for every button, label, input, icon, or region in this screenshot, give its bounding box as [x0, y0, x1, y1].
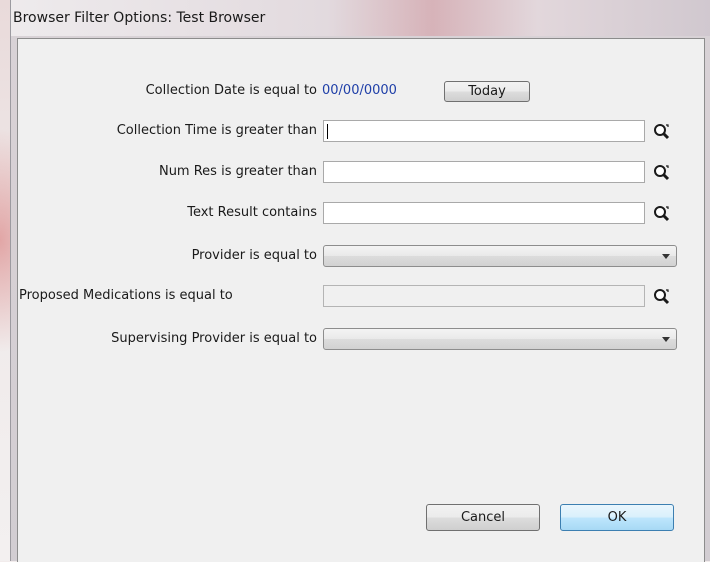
supervising-provider-label: Supervising Provider is equal to	[111, 331, 317, 346]
magnifier-lookup-icon[interactable]	[653, 287, 671, 305]
supervising-provider-row: Supervising Provider is equal to	[18, 327, 704, 351]
text-result-label: Text Result contains	[187, 205, 317, 220]
collection-date-row: Collection Date is equal to 00/00/0000 T…	[18, 79, 704, 103]
proposed-medications-input[interactable]	[323, 285, 645, 307]
filter-dialog: Browser Filter Options: Test Browser Col…	[10, 0, 710, 562]
chevron-down-icon	[662, 254, 670, 259]
provider-row: Provider is equal to	[18, 244, 704, 268]
collection-time-input[interactable]	[323, 120, 645, 142]
magnifier-lookup-icon[interactable]	[653, 204, 671, 222]
ok-button-label: OK	[607, 510, 627, 525]
dialog-title: Browser Filter Options: Test Browser	[13, 10, 266, 26]
num-res-row: Num Res is greater than	[18, 160, 704, 184]
filter-panel: Collection Date is equal to 00/00/0000 T…	[17, 38, 705, 562]
chevron-down-icon	[662, 337, 670, 342]
ok-button[interactable]: OK	[560, 504, 674, 531]
collection-date-label: Collection Date is equal to	[145, 83, 317, 98]
proposed-medications-label: Proposed Medications is equal to	[19, 288, 233, 303]
cancel-button[interactable]: Cancel	[426, 504, 540, 531]
cancel-button-label: Cancel	[460, 510, 506, 525]
today-button[interactable]: Today	[444, 81, 530, 102]
supervising-provider-dropdown[interactable]	[323, 328, 677, 350]
title-bar[interactable]: Browser Filter Options: Test Browser	[11, 0, 710, 36]
proposed-medications-row: Proposed Medications is equal to	[18, 284, 704, 308]
text-result-row: Text Result contains	[18, 201, 704, 225]
text-caret	[327, 124, 328, 139]
num-res-label: Num Res is greater than	[158, 164, 317, 179]
provider-label: Provider is equal to	[191, 248, 317, 263]
num-res-input[interactable]	[323, 161, 645, 183]
today-button-label: Today	[468, 84, 506, 99]
text-result-input[interactable]	[323, 202, 645, 224]
magnifier-lookup-icon[interactable]	[653, 163, 671, 181]
collection-date-value[interactable]: 00/00/0000	[322, 79, 397, 103]
magnifier-lookup-icon[interactable]	[653, 122, 671, 140]
provider-dropdown[interactable]	[323, 245, 677, 267]
collection-time-row: Collection Time is greater than	[18, 119, 704, 143]
collection-time-label: Collection Time is greater than	[116, 123, 317, 138]
